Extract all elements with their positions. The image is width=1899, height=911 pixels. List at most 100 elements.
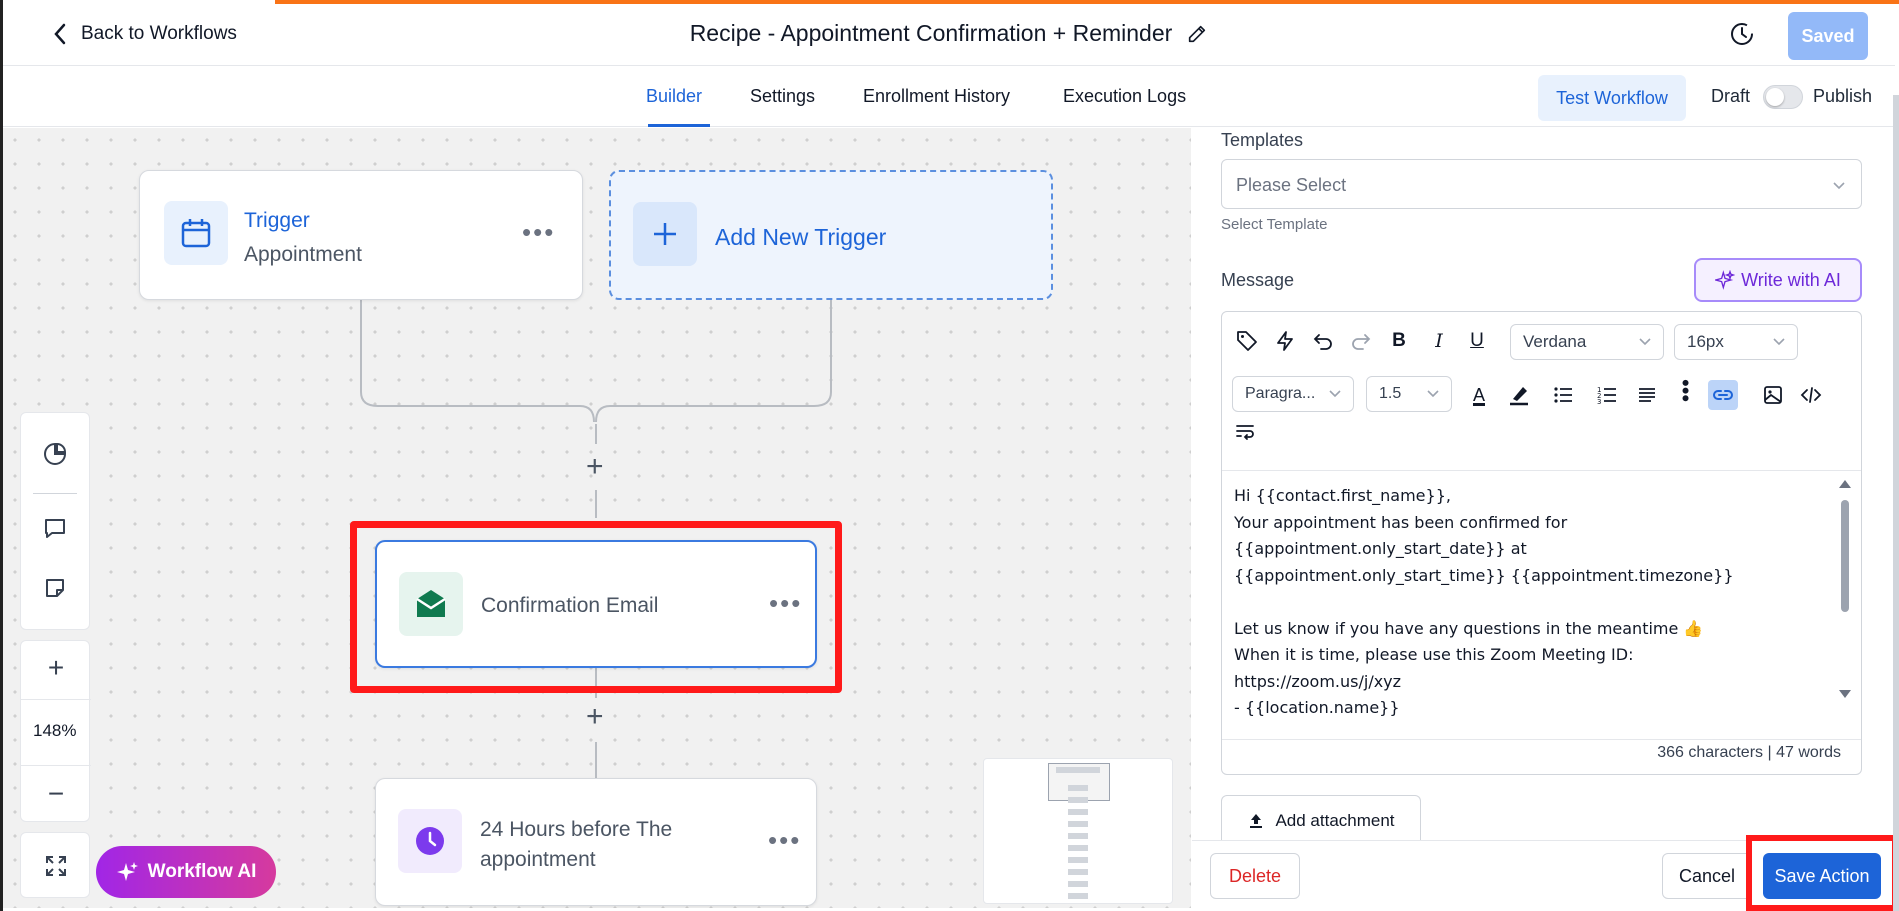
redo-icon[interactable] [1348, 328, 1374, 354]
tab-bar: Builder Settings Enrollment History Exec… [3, 67, 1895, 127]
scroll-thumb[interactable] [1841, 500, 1849, 612]
connector-line [595, 424, 597, 444]
merge-connector [360, 386, 832, 423]
tab-enrollment-history[interactable]: Enrollment History [863, 86, 1010, 107]
add-attachment-button[interactable]: Add attachment [1221, 795, 1421, 845]
templates-helper: Select Template [1221, 216, 1328, 233]
calendar-icon [164, 201, 228, 265]
cancel-button[interactable]: Cancel [1662, 853, 1752, 899]
link-icon[interactable] [1708, 380, 1738, 410]
add-step-plus[interactable]: + [586, 450, 604, 484]
delete-button[interactable]: Delete [1210, 853, 1300, 899]
lightning-icon[interactable] [1272, 328, 1298, 354]
tab-execution-logs[interactable]: Execution Logs [1063, 86, 1186, 107]
canvas-tool-group [20, 412, 90, 630]
zoom-level: 148% [33, 721, 77, 740]
minimap-node [1056, 767, 1100, 773]
bullet-list-icon[interactable] [1550, 382, 1576, 408]
add-trigger-label: Add New Trigger [715, 224, 887, 250]
chevron-down-icon [1427, 390, 1439, 398]
trigger-node[interactable]: Trigger Appointment ••• [139, 170, 583, 300]
align-icon[interactable] [1634, 382, 1660, 408]
comment-icon[interactable] [40, 513, 70, 543]
svg-text:3: 3 [1597, 398, 1601, 406]
saved-button[interactable]: Saved [1788, 12, 1868, 60]
chart-pie-icon[interactable] [40, 439, 70, 469]
line-height-value: 1.5 [1379, 385, 1402, 402]
font-select[interactable]: Verdana [1510, 324, 1664, 360]
message-label: Message [1221, 270, 1295, 290]
workflow-title: Recipe - Appointment Confirmation + Remi… [689, 20, 1173, 46]
line-height-select[interactable]: 1.5 [1366, 376, 1452, 412]
text-wrap-icon[interactable] [1232, 418, 1258, 444]
font-size-select[interactable]: 16px [1674, 324, 1798, 360]
expand-icon[interactable] [41, 851, 71, 881]
active-tab-indicator [648, 124, 710, 127]
more-vertical-icon[interactable]: ••• [1672, 378, 1698, 404]
templates-select[interactable]: Please Select [1221, 159, 1862, 209]
bold-icon[interactable]: B [1386, 328, 1412, 354]
message-body[interactable]: Hi {{contact.first_name}}, Your appointm… [1222, 470, 1861, 740]
character-counter: 366 characters | 47 words [1657, 744, 1841, 761]
pencil-icon[interactable] [1186, 23, 1208, 45]
text-color-icon[interactable]: A [1466, 382, 1492, 408]
scroll-down-icon[interactable] [1839, 690, 1851, 698]
tab-builder[interactable]: Builder [646, 86, 702, 107]
save-action-highlight [1746, 835, 1898, 911]
italic-icon[interactable]: I [1426, 328, 1452, 354]
clock-icon [398, 809, 462, 873]
divider [21, 765, 91, 766]
write-ai-label: Write with AI [1741, 269, 1841, 290]
workflow-ai-button[interactable]: Workflow AI [96, 846, 276, 898]
zoom-out-icon[interactable]: − [41, 778, 71, 809]
chevron-down-icon [1329, 390, 1341, 398]
code-icon[interactable] [1798, 382, 1824, 408]
highlighter-icon[interactable] [1506, 382, 1532, 408]
minimap[interactable] [983, 758, 1173, 904]
templates-placeholder: Please Select [1236, 175, 1347, 195]
more-options-icon[interactable]: ••• [522, 217, 555, 248]
connector-line [360, 300, 362, 392]
trigger-subtitle: Appointment [244, 243, 362, 266]
publish-label: Publish [1813, 86, 1873, 106]
draft-label: Draft [1711, 86, 1751, 106]
plus-icon [633, 202, 697, 266]
tab-settings[interactable]: Settings [750, 86, 815, 107]
connector-line [595, 490, 597, 518]
zoom-controls: + 148% − [20, 640, 91, 822]
attach-label: Add attachment [1275, 810, 1395, 830]
block-type-select[interactable]: Paragra... [1232, 376, 1354, 412]
undo-icon[interactable] [1310, 328, 1336, 354]
action-panel: Templates Please Select Select Template … [1192, 128, 1895, 908]
chevron-down-icon [1833, 182, 1845, 190]
test-workflow-button[interactable]: Test Workflow [1538, 75, 1686, 121]
write-with-ai-button[interactable]: Write with AI [1694, 258, 1862, 302]
publish-toggle[interactable] [1763, 85, 1803, 109]
image-icon[interactable] [1760, 382, 1786, 408]
block-type-value: Paragra... [1245, 385, 1316, 402]
editor-scrollbar[interactable] [1839, 480, 1851, 730]
sticky-note-icon[interactable] [40, 573, 70, 603]
message-editor: B I U Verdana 16px Paragra... 1.5 A 123 [1221, 311, 1862, 775]
templates-label: Templates [1221, 130, 1304, 150]
fit-view-group [20, 832, 90, 898]
underline-icon[interactable]: U [1464, 328, 1490, 354]
sparkle-icon [116, 862, 138, 881]
history-icon[interactable] [1728, 20, 1756, 48]
add-step-plus[interactable]: + [586, 700, 604, 734]
chevron-down-icon [1639, 338, 1651, 346]
wait-node[interactable]: 24 Hours before The appointment ••• [375, 778, 817, 906]
zoom-in-icon[interactable]: + [41, 652, 71, 683]
tag-icon[interactable] [1234, 328, 1260, 354]
add-new-trigger-node[interactable]: Add New Trigger [609, 170, 1053, 300]
more-options-icon[interactable]: ••• [768, 825, 801, 856]
font-value: Verdana [1523, 332, 1587, 351]
header: Back to Workflows Recipe - Appointment C… [3, 4, 1895, 66]
scroll-up-icon[interactable] [1839, 480, 1851, 488]
workflow-canvas[interactable]: + + Trigger Appointment ••• Add New Trig… [3, 128, 1191, 908]
divider [33, 493, 77, 494]
title-wrap: Recipe - Appointment Confirmation + Remi… [3, 20, 1895, 47]
workflow-ai-label: Workflow AI [147, 861, 257, 882]
page-scrollbar[interactable] [1893, 95, 1899, 911]
numbered-list-icon[interactable]: 123 [1594, 382, 1620, 408]
